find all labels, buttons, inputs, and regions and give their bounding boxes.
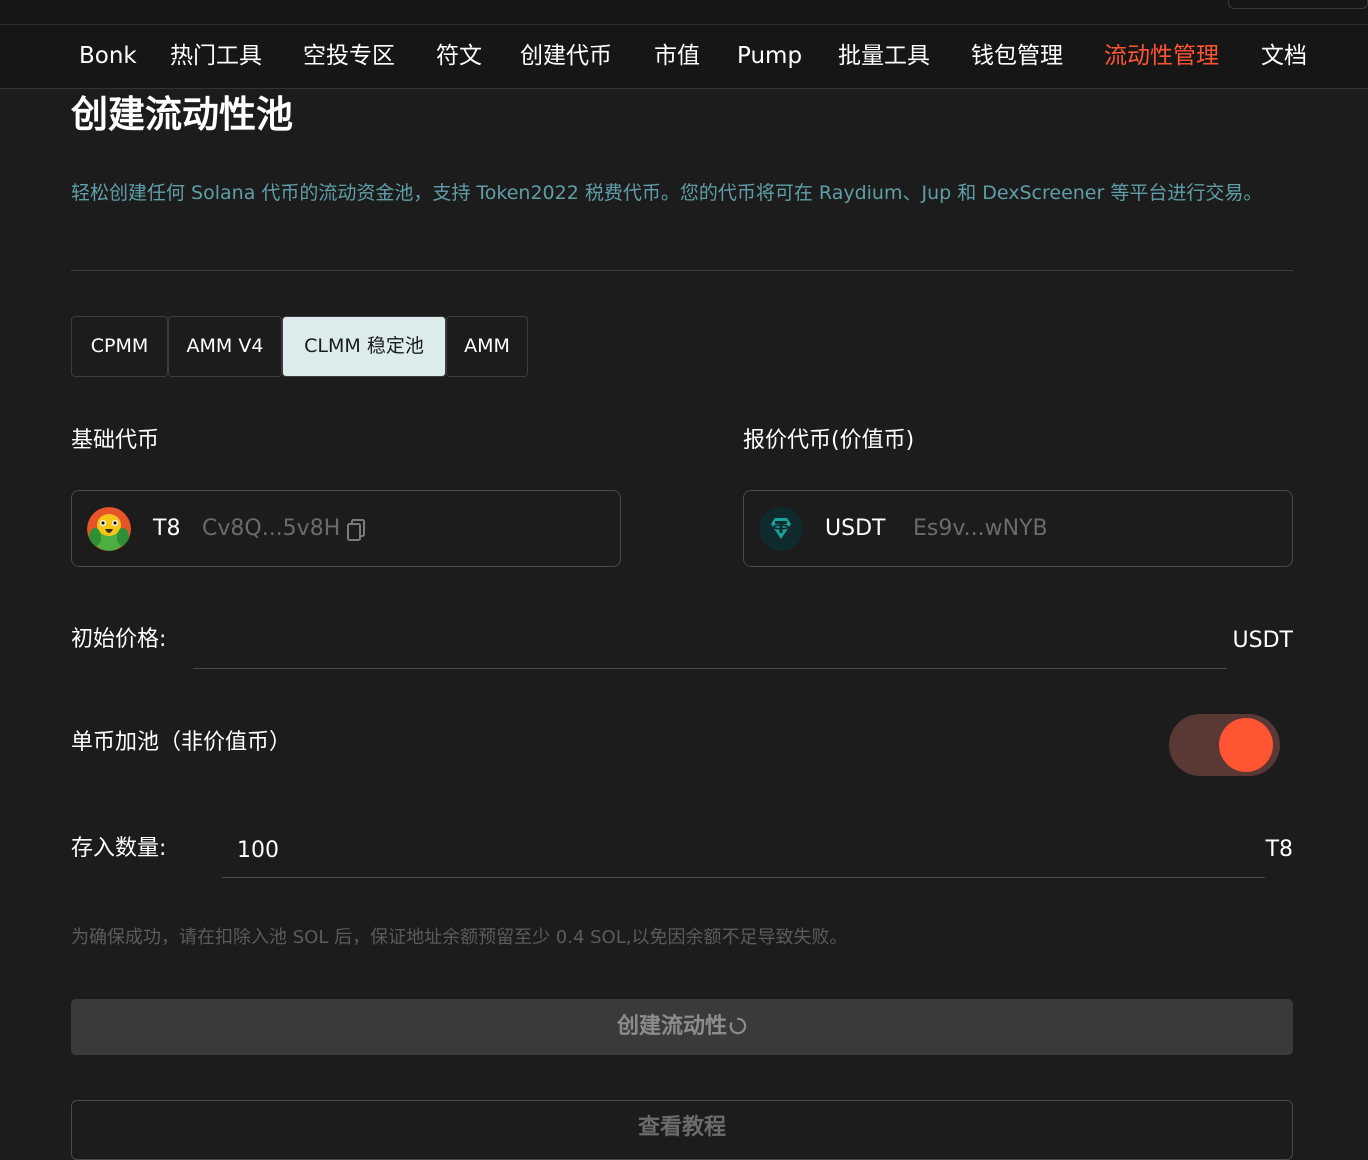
deposit-unit: T8 xyxy=(1265,837,1293,862)
initial-price-underline xyxy=(193,668,1227,669)
nav-item-bonk[interactable]: Bonk xyxy=(79,41,137,71)
balance-note: 为确保成功，请在扣除入池 SOL 后，保证地址余额预留至少 0.4 SOL,以免… xyxy=(71,927,848,948)
tether-logo-icon xyxy=(759,507,803,551)
top-right-control[interactable] xyxy=(1228,0,1368,9)
nav-item-airdrop[interactable]: 空投专区 xyxy=(303,41,395,71)
deposit-underline xyxy=(222,877,1265,878)
base-token-selector[interactable]: T8 Cv8Q...5v8H xyxy=(71,490,621,567)
deposit-label: 存入数量: xyxy=(71,836,167,861)
view-tutorial-button[interactable]: 查看教程 xyxy=(71,1100,1293,1160)
divider xyxy=(71,270,1293,271)
initial-price-label: 初始价格: xyxy=(71,627,167,652)
create-liquidity-label: 创建流动性 xyxy=(616,1014,727,1039)
nav-item-docs[interactable]: 文档 xyxy=(1261,41,1307,71)
base-token-label: 基础代币 xyxy=(71,428,160,453)
quote-token-label: 报价代币(价值币) xyxy=(743,428,915,453)
top-strip xyxy=(0,0,1368,25)
nav-item-pump[interactable]: Pump xyxy=(737,41,802,71)
initial-price-input[interactable] xyxy=(200,624,1220,660)
nav-item-wallet[interactable]: 钱包管理 xyxy=(971,41,1063,71)
single-side-label: 单币加池（非价值币） xyxy=(71,730,292,755)
single-side-toggle[interactable] xyxy=(1169,714,1280,776)
quote-token-symbol: USDT xyxy=(825,516,886,541)
toggle-knob xyxy=(1219,718,1273,772)
page-description: 轻松创建任何 Solana 代币的流动资金池，支持 Token2022 税费代币… xyxy=(71,182,1263,204)
create-liquidity-button[interactable]: 创建流动性 xyxy=(71,999,1293,1055)
parrot-logo-icon xyxy=(87,507,131,551)
pool-type-clmm[interactable]: CLMM 稳定池 xyxy=(282,316,446,377)
pool-type-amm-v4[interactable]: AMM V4 xyxy=(168,316,282,377)
nav-item-batch-tools[interactable]: 批量工具 xyxy=(838,41,930,71)
initial-price-unit: USDT xyxy=(1232,628,1293,653)
loading-spinner-icon xyxy=(729,1017,747,1035)
quote-token-selector[interactable]: USDT Es9v...wNYB xyxy=(743,490,1293,567)
nav-item-runes[interactable]: 符文 xyxy=(436,41,482,71)
nav-item-liquidity[interactable]: 流动性管理 xyxy=(1104,41,1219,71)
page-title: 创建流动性池 xyxy=(71,93,293,136)
nav-item-create-token[interactable]: 创建代币 xyxy=(520,41,612,71)
copy-icon[interactable] xyxy=(346,518,366,542)
base-token-address: Cv8Q...5v8H xyxy=(202,516,341,541)
base-token-symbol: T8 xyxy=(153,516,181,541)
pool-type-cpmm[interactable]: CPMM xyxy=(71,316,168,377)
quote-token-address: Es9v...wNYB xyxy=(913,516,1048,541)
pool-type-amm[interactable]: AMM xyxy=(446,316,528,377)
deposit-amount-input[interactable] xyxy=(237,832,1257,868)
nav-item-market-cap[interactable]: 市值 xyxy=(654,41,700,71)
nav-item-hot-tools[interactable]: 热门工具 xyxy=(170,41,262,71)
main-nav: Bonk 热门工具 空投专区 符文 创建代币 市值 Pump 批量工具 钱包管理… xyxy=(0,25,1368,89)
